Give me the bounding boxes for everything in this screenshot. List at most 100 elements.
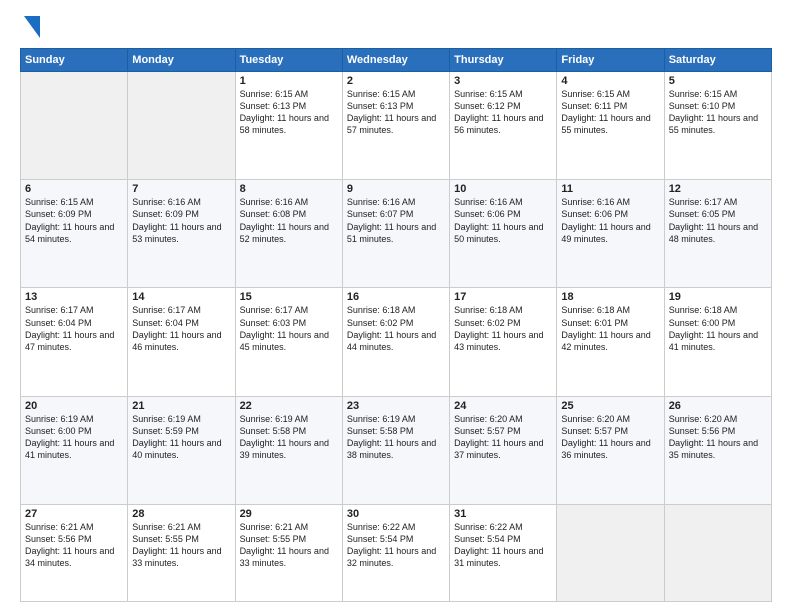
- table-row: 19Sunrise: 6:18 AMSunset: 6:00 PMDayligh…: [664, 288, 771, 396]
- day-info: Sunrise: 6:16 AMSunset: 6:06 PMDaylight:…: [454, 196, 552, 245]
- day-info: Sunrise: 6:22 AMSunset: 5:54 PMDaylight:…: [347, 521, 445, 570]
- calendar-body: 1Sunrise: 6:15 AMSunset: 6:13 PMDaylight…: [21, 72, 772, 602]
- table-row: 7Sunrise: 6:16 AMSunset: 6:09 PMDaylight…: [128, 180, 235, 288]
- day-number: 17: [454, 291, 552, 303]
- table-row: 3Sunrise: 6:15 AMSunset: 6:12 PMDaylight…: [450, 72, 557, 180]
- day-info: Sunrise: 6:15 AMSunset: 6:13 PMDaylight:…: [240, 88, 338, 137]
- day-number: 29: [240, 508, 338, 520]
- table-row: [664, 504, 771, 601]
- table-row: 6Sunrise: 6:15 AMSunset: 6:09 PMDaylight…: [21, 180, 128, 288]
- table-row: 15Sunrise: 6:17 AMSunset: 6:03 PMDayligh…: [235, 288, 342, 396]
- table-row: 30Sunrise: 6:22 AMSunset: 5:54 PMDayligh…: [342, 504, 449, 601]
- day-info: Sunrise: 6:18 AMSunset: 6:02 PMDaylight:…: [454, 304, 552, 353]
- day-info: Sunrise: 6:22 AMSunset: 5:54 PMDaylight:…: [454, 521, 552, 570]
- table-row: 26Sunrise: 6:20 AMSunset: 5:56 PMDayligh…: [664, 396, 771, 504]
- day-number: 14: [132, 291, 230, 303]
- day-number: 27: [25, 508, 123, 520]
- table-row: 17Sunrise: 6:18 AMSunset: 6:02 PMDayligh…: [450, 288, 557, 396]
- day-info: Sunrise: 6:17 AMSunset: 6:03 PMDaylight:…: [240, 304, 338, 353]
- day-info: Sunrise: 6:15 AMSunset: 6:10 PMDaylight:…: [669, 88, 767, 137]
- day-info: Sunrise: 6:20 AMSunset: 5:57 PMDaylight:…: [561, 413, 659, 462]
- col-sunday: Sunday: [21, 49, 128, 72]
- day-info: Sunrise: 6:19 AMSunset: 6:00 PMDaylight:…: [25, 413, 123, 462]
- day-info: Sunrise: 6:15 AMSunset: 6:13 PMDaylight:…: [347, 88, 445, 137]
- table-row: 23Sunrise: 6:19 AMSunset: 5:58 PMDayligh…: [342, 396, 449, 504]
- day-number: 7: [132, 183, 230, 195]
- day-number: 18: [561, 291, 659, 303]
- table-row: 25Sunrise: 6:20 AMSunset: 5:57 PMDayligh…: [557, 396, 664, 504]
- table-row: 8Sunrise: 6:16 AMSunset: 6:08 PMDaylight…: [235, 180, 342, 288]
- day-info: Sunrise: 6:18 AMSunset: 6:00 PMDaylight:…: [669, 304, 767, 353]
- day-info: Sunrise: 6:20 AMSunset: 5:57 PMDaylight:…: [454, 413, 552, 462]
- day-number: 15: [240, 291, 338, 303]
- day-number: 1: [240, 75, 338, 87]
- day-header-row: Sunday Monday Tuesday Wednesday Thursday…: [21, 49, 772, 72]
- table-row: 20Sunrise: 6:19 AMSunset: 6:00 PMDayligh…: [21, 396, 128, 504]
- day-info: Sunrise: 6:15 AMSunset: 6:09 PMDaylight:…: [25, 196, 123, 245]
- table-row: [21, 72, 128, 180]
- col-tuesday: Tuesday: [235, 49, 342, 72]
- day-number: 23: [347, 400, 445, 412]
- day-info: Sunrise: 6:19 AMSunset: 5:58 PMDaylight:…: [347, 413, 445, 462]
- day-number: 28: [132, 508, 230, 520]
- page: Sunday Monday Tuesday Wednesday Thursday…: [0, 0, 792, 612]
- day-info: Sunrise: 6:18 AMSunset: 6:01 PMDaylight:…: [561, 304, 659, 353]
- table-row: 10Sunrise: 6:16 AMSunset: 6:06 PMDayligh…: [450, 180, 557, 288]
- day-info: Sunrise: 6:20 AMSunset: 5:56 PMDaylight:…: [669, 413, 767, 462]
- day-number: 11: [561, 183, 659, 195]
- table-row: 31Sunrise: 6:22 AMSunset: 5:54 PMDayligh…: [450, 504, 557, 601]
- day-number: 24: [454, 400, 552, 412]
- col-thursday: Thursday: [450, 49, 557, 72]
- day-number: 19: [669, 291, 767, 303]
- day-info: Sunrise: 6:15 AMSunset: 6:11 PMDaylight:…: [561, 88, 659, 137]
- day-number: 9: [347, 183, 445, 195]
- day-info: Sunrise: 6:16 AMSunset: 6:06 PMDaylight:…: [561, 196, 659, 245]
- table-row: [128, 72, 235, 180]
- day-number: 6: [25, 183, 123, 195]
- day-number: 22: [240, 400, 338, 412]
- day-number: 26: [669, 400, 767, 412]
- col-saturday: Saturday: [664, 49, 771, 72]
- table-row: 22Sunrise: 6:19 AMSunset: 5:58 PMDayligh…: [235, 396, 342, 504]
- col-friday: Friday: [557, 49, 664, 72]
- header: [20, 16, 772, 38]
- table-row: 5Sunrise: 6:15 AMSunset: 6:10 PMDaylight…: [664, 72, 771, 180]
- calendar-header: Sunday Monday Tuesday Wednesday Thursday…: [21, 49, 772, 72]
- day-info: Sunrise: 6:17 AMSunset: 6:05 PMDaylight:…: [669, 196, 767, 245]
- table-row: 11Sunrise: 6:16 AMSunset: 6:06 PMDayligh…: [557, 180, 664, 288]
- day-number: 2: [347, 75, 445, 87]
- day-info: Sunrise: 6:19 AMSunset: 5:58 PMDaylight:…: [240, 413, 338, 462]
- table-row: 14Sunrise: 6:17 AMSunset: 6:04 PMDayligh…: [128, 288, 235, 396]
- table-row: 13Sunrise: 6:17 AMSunset: 6:04 PMDayligh…: [21, 288, 128, 396]
- table-row: 12Sunrise: 6:17 AMSunset: 6:05 PMDayligh…: [664, 180, 771, 288]
- day-number: 10: [454, 183, 552, 195]
- day-number: 3: [454, 75, 552, 87]
- day-number: 12: [669, 183, 767, 195]
- col-wednesday: Wednesday: [342, 49, 449, 72]
- table-row: 16Sunrise: 6:18 AMSunset: 6:02 PMDayligh…: [342, 288, 449, 396]
- day-number: 30: [347, 508, 445, 520]
- table-row: 28Sunrise: 6:21 AMSunset: 5:55 PMDayligh…: [128, 504, 235, 601]
- day-number: 16: [347, 291, 445, 303]
- day-number: 5: [669, 75, 767, 87]
- day-info: Sunrise: 6:21 AMSunset: 5:56 PMDaylight:…: [25, 521, 123, 570]
- day-number: 21: [132, 400, 230, 412]
- day-info: Sunrise: 6:16 AMSunset: 6:07 PMDaylight:…: [347, 196, 445, 245]
- table-row: 18Sunrise: 6:18 AMSunset: 6:01 PMDayligh…: [557, 288, 664, 396]
- day-info: Sunrise: 6:21 AMSunset: 5:55 PMDaylight:…: [132, 521, 230, 570]
- day-info: Sunrise: 6:21 AMSunset: 5:55 PMDaylight:…: [240, 521, 338, 570]
- day-number: 31: [454, 508, 552, 520]
- table-row: 27Sunrise: 6:21 AMSunset: 5:56 PMDayligh…: [21, 504, 128, 601]
- day-number: 13: [25, 291, 123, 303]
- table-row: 29Sunrise: 6:21 AMSunset: 5:55 PMDayligh…: [235, 504, 342, 601]
- day-info: Sunrise: 6:17 AMSunset: 6:04 PMDaylight:…: [132, 304, 230, 353]
- table-row: 4Sunrise: 6:15 AMSunset: 6:11 PMDaylight…: [557, 72, 664, 180]
- day-info: Sunrise: 6:19 AMSunset: 5:59 PMDaylight:…: [132, 413, 230, 462]
- logo-triangle-icon: [22, 16, 42, 38]
- day-info: Sunrise: 6:16 AMSunset: 6:09 PMDaylight:…: [132, 196, 230, 245]
- table-row: 2Sunrise: 6:15 AMSunset: 6:13 PMDaylight…: [342, 72, 449, 180]
- col-monday: Monday: [128, 49, 235, 72]
- table-row: 1Sunrise: 6:15 AMSunset: 6:13 PMDaylight…: [235, 72, 342, 180]
- calendar-table: Sunday Monday Tuesday Wednesday Thursday…: [20, 48, 772, 602]
- day-number: 4: [561, 75, 659, 87]
